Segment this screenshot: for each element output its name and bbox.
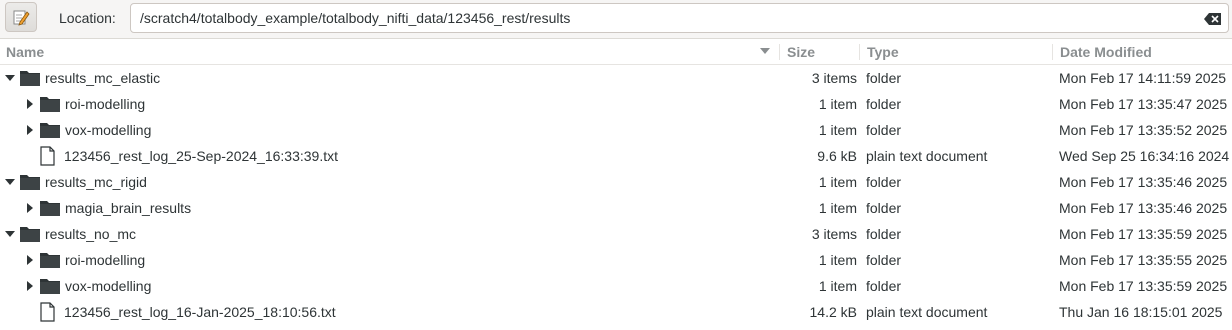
date-modified: Mon Feb 17 13:35:55 2025 (1059, 252, 1228, 268)
date-modified: Mon Feb 17 13:35:59 2025 (1059, 226, 1228, 242)
file-type: folder (866, 122, 902, 138)
file-type: folder (866, 174, 902, 190)
file-type: folder (866, 226, 902, 242)
clear-icon[interactable] (1204, 12, 1222, 26)
folder-icon (19, 68, 41, 88)
sort-descending-icon (760, 48, 770, 54)
file-type: folder (866, 200, 902, 216)
date-modified: Mon Feb 17 13:35:47 2025 (1059, 96, 1228, 112)
expander-collapsed-icon[interactable] (23, 117, 37, 143)
table-row[interactable]: magia_brain_results 1 item folder Mon Feb 1… (0, 195, 1232, 221)
file-name[interactable]: roi-modelling (65, 247, 145, 273)
expander-collapsed-icon[interactable] (23, 247, 37, 273)
date-modified: Mon Feb 17 14:11:59 2025 (1059, 70, 1227, 86)
file-size: 1 item (818, 174, 857, 190)
file-name[interactable]: magia_brain_results (65, 195, 191, 221)
text-file-icon (36, 302, 58, 322)
expander-expanded-icon[interactable] (3, 169, 17, 195)
column-separator[interactable] (779, 44, 780, 60)
table-row[interactable]: roi-modelling 1 item folder Mon Feb 17 13:3… (0, 91, 1232, 117)
file-size: 1 item (818, 252, 857, 268)
location-value[interactable]: /scratch4/totalbody_example/totalbody_ni… (140, 10, 570, 26)
date-modified: Wed Sep 25 16:34:16 2024 (1059, 148, 1230, 164)
location-input[interactable]: /scratch4/totalbody_example/totalbody_ni… (130, 3, 1229, 33)
table-row[interactable]: results_mc_rigid 1 item folder Mon Feb 17 1… (0, 169, 1232, 195)
date-modified: Mon Feb 17 13:35:46 2025 (1059, 174, 1228, 190)
date-modified: Mon Feb 17 13:35:52 2025 (1059, 122, 1228, 138)
file-name[interactable]: results_no_mc (45, 221, 136, 247)
column-separator[interactable] (1052, 44, 1053, 60)
file-size: 1 item (818, 96, 857, 112)
folder-icon (39, 198, 61, 218)
column-header: Name Size Type Date Modified (0, 40, 1232, 65)
file-type: plain text document (866, 304, 988, 320)
text-file-icon (36, 146, 58, 166)
file-size: 3 items (811, 226, 857, 242)
file-type: folder (866, 70, 902, 86)
file-size: 3 items (811, 70, 857, 86)
table-row[interactable]: results_mc_elastic 3 items folder Mon Feb 1… (0, 65, 1232, 91)
file-size: 1 item (818, 122, 857, 138)
file-name[interactable]: 123456_rest_log_25-Sep-2024_16:33:39.txt (64, 143, 338, 169)
date-modified: Mon Feb 17 13:35:59 2025 (1059, 278, 1228, 294)
file-size: 9.6 kB (817, 148, 857, 164)
expander-collapsed-icon[interactable] (23, 195, 37, 221)
date-modified: Thu Jan 16 18:15:01 2025 (1059, 304, 1223, 320)
column-date-header[interactable]: Date Modified (1060, 40, 1152, 64)
file-name[interactable]: roi-modelling (65, 91, 145, 117)
folder-icon (39, 276, 61, 296)
file-type: folder (866, 278, 902, 294)
file-type: plain text document (866, 148, 988, 164)
file-size: 1 item (818, 200, 857, 216)
table-row[interactable]: roi-modelling 1 item folder Mon Feb 17 13:3… (0, 247, 1232, 273)
folder-icon (39, 120, 61, 140)
location-toolbar: Location: /scratch4/totalbody_example/to… (0, 0, 1232, 39)
file-name[interactable]: 123456_rest_log_16-Jan-2025_18:10:56.txt (64, 299, 336, 325)
table-row[interactable]: results_no_mc 3 items folder Mon Feb 17 13:… (0, 221, 1232, 247)
file-type: folder (866, 96, 902, 112)
location-label: Location: (59, 10, 116, 26)
column-separator[interactable] (859, 44, 860, 60)
table-row[interactable]: 123456_rest_log_16-Jan-2025_18:10:56.txt… (0, 299, 1232, 325)
expander-expanded-icon[interactable] (3, 65, 17, 91)
table-row[interactable]: vox-modelling 1 item folder Mon Feb 17 13:3… (0, 117, 1232, 143)
edit-icon (13, 10, 30, 26)
expander-expanded-icon[interactable] (3, 221, 17, 247)
file-name[interactable]: results_mc_elastic (45, 65, 160, 91)
file-name[interactable]: results_mc_rigid (45, 169, 147, 195)
file-size: 14.2 kB (809, 304, 857, 320)
folder-icon (19, 172, 41, 192)
column-type-header[interactable]: Type (867, 40, 899, 64)
expander-collapsed-icon[interactable] (23, 273, 37, 299)
column-name-header[interactable]: Name (6, 40, 44, 64)
file-size: 1 item (818, 278, 857, 294)
file-name[interactable]: vox-modelling (65, 117, 151, 143)
folder-icon (39, 250, 61, 270)
folder-icon (39, 94, 61, 114)
expander-collapsed-icon[interactable] (23, 91, 37, 117)
folder-icon (19, 224, 41, 244)
edit-location-button[interactable] (5, 2, 37, 32)
table-row[interactable]: vox-modelling 1 item folder Mon Feb 17 13:3… (0, 273, 1232, 299)
file-type: folder (866, 252, 902, 268)
file-name[interactable]: vox-modelling (65, 273, 151, 299)
date-modified: Mon Feb 17 13:35:46 2025 (1059, 200, 1228, 216)
column-size-header[interactable]: Size (787, 40, 815, 64)
table-row[interactable]: 123456_rest_log_25-Sep-2024_16:33:39.txt… (0, 143, 1232, 169)
